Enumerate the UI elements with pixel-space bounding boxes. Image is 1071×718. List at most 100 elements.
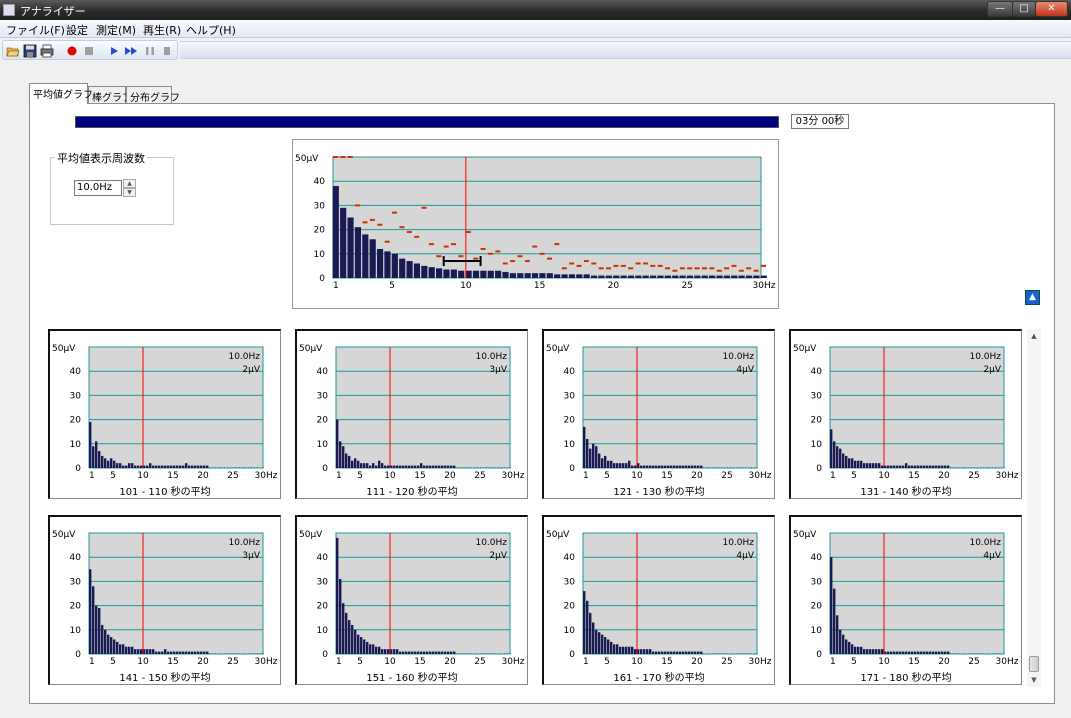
spectrum-bar	[893, 651, 896, 654]
baseline-tick	[959, 467, 960, 468]
spectrum-bar	[191, 465, 194, 468]
spectrum-bar	[568, 274, 576, 278]
minimize-button[interactable]: —	[987, 1, 1013, 17]
spectrum-bar	[113, 639, 116, 654]
play-triangle	[111, 47, 118, 55]
menu-playback[interactable]: 再生(R)	[143, 22, 181, 38]
spectrum-bar	[899, 651, 902, 654]
frequency-spin-down[interactable]: ▼	[123, 188, 136, 197]
stop-icon[interactable]	[82, 44, 96, 58]
menu-measure[interactable]: 測定(M)	[96, 22, 136, 38]
x-tick-label: 10	[631, 657, 643, 667]
peak-marker	[620, 264, 626, 267]
spectrum-bar	[731, 275, 738, 278]
peak-marker	[377, 223, 383, 226]
spectrum-bar	[149, 649, 152, 654]
plot-area	[830, 533, 1004, 654]
plot-area	[89, 347, 263, 468]
x-tick-label: 15	[908, 657, 919, 667]
baseline-tick	[257, 467, 258, 468]
y-tick-label: 40	[317, 553, 329, 563]
cursor-value: 4μV	[736, 365, 754, 375]
collapse-button[interactable]: ▲	[1025, 290, 1040, 305]
cursor-value: 4μV	[736, 551, 754, 561]
cursor-value: 2μV	[242, 365, 260, 375]
spectrum-bar	[685, 651, 688, 654]
x-tick-label: 20	[938, 657, 950, 667]
baseline-tick	[254, 467, 255, 468]
baseline-tick	[489, 653, 490, 654]
charts-scrollbar[interactable]: ▲ ▼	[1027, 329, 1041, 687]
spectrum-bar	[857, 460, 860, 468]
baseline-tick	[260, 467, 261, 468]
baseline-tick	[209, 653, 210, 654]
baseline-tick	[1001, 467, 1002, 468]
cursor-frequency: 10.0Hz	[475, 352, 507, 362]
y-tick-label: 20	[564, 602, 576, 612]
stop-playback-icon[interactable]	[160, 44, 174, 58]
spectrum-bar	[436, 268, 443, 278]
x-tick-label: 25	[968, 657, 979, 667]
spectrum-bar	[619, 463, 622, 468]
baseline-tick	[248, 653, 249, 654]
menu-settings[interactable]: 設定	[66, 22, 88, 38]
spectrum-bar	[652, 465, 655, 468]
baseline-tick	[974, 653, 975, 654]
menu-help[interactable]: ヘルプ(H)	[186, 22, 236, 38]
spectrum-bar	[866, 649, 869, 654]
spectrum-bar	[366, 463, 369, 468]
spectrum-bar	[369, 644, 372, 654]
x-tick-label: 5	[110, 471, 116, 481]
spectrum-bar	[869, 649, 872, 654]
tab-average-graph[interactable]: 平均値グラフ	[29, 83, 93, 104]
spectrum-bar	[104, 458, 107, 468]
baseline-tick	[745, 467, 746, 468]
cursor-frequency: 10.0Hz	[228, 538, 260, 548]
scroll-down-arrow[interactable]: ▼	[1027, 673, 1041, 687]
x-tick-label: 10	[878, 657, 890, 667]
baseline-tick	[456, 653, 457, 654]
spectrum-bar	[672, 275, 679, 278]
baseline-tick	[706, 653, 707, 654]
scroll-thumb[interactable]	[1029, 656, 1039, 672]
spectrum-bar	[495, 270, 502, 278]
record-icon[interactable]	[65, 44, 79, 58]
maximize-button[interactable]: □	[1012, 1, 1036, 17]
scroll-up-arrow[interactable]: ▲	[1027, 329, 1041, 343]
x-tick-label: 20	[608, 281, 620, 291]
y-unit-label: 50μV	[299, 344, 323, 354]
spectrum-bar	[902, 465, 905, 468]
y-tick-label: 30	[317, 577, 329, 587]
spectrum-bar	[336, 419, 339, 468]
fast-forward-icon[interactable]	[124, 44, 138, 58]
play-icon[interactable]	[107, 44, 121, 58]
baseline-tick	[251, 653, 252, 654]
print-icon[interactable]	[40, 44, 54, 58]
x-tick-label: 30Hz	[502, 471, 525, 481]
y-tick-label: 40	[811, 367, 823, 377]
baseline-tick	[757, 467, 758, 468]
interval-chart-svg: 50μV4030201001 5 10 15 20 25 30Hz10.0Hz3μV	[299, 344, 525, 481]
spectrum-bar	[589, 612, 592, 654]
menu-file[interactable]: ファイル(F)	[6, 22, 65, 38]
spectrum-bar	[932, 651, 935, 654]
frequency-spin-up[interactable]: ▲	[123, 179, 136, 188]
y-tick-label: 20	[70, 416, 82, 426]
tab-bar-graph[interactable]: 棒グラフ	[88, 86, 132, 104]
baseline-tick	[709, 653, 710, 654]
spectrum-bar	[709, 275, 716, 278]
cursor-frequency: 10.0Hz	[722, 538, 754, 548]
save-icon[interactable]	[23, 44, 37, 58]
close-button[interactable]: ✕	[1035, 1, 1068, 17]
baseline-tick	[230, 653, 231, 654]
pause-icon[interactable]	[143, 44, 157, 58]
spectrum-bar	[122, 644, 125, 654]
frequency-input[interactable]: 10.0Hz	[74, 180, 122, 196]
baseline-tick	[251, 467, 252, 468]
baseline-tick	[495, 467, 496, 468]
peak-marker	[642, 262, 648, 265]
y-tick-label: 10	[317, 626, 329, 636]
open-icon[interactable]	[6, 44, 20, 58]
cursor-frequency: 10.0Hz	[475, 538, 507, 548]
tab-distribution-graph[interactable]: 分布グラフ	[126, 86, 180, 104]
